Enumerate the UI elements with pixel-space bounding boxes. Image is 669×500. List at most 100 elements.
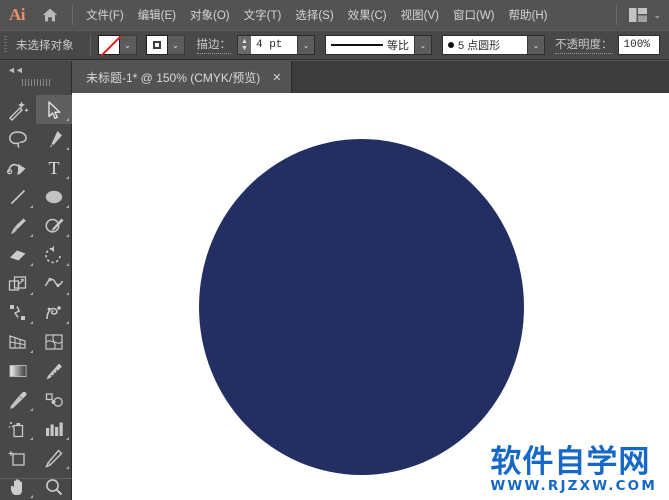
layout-grid-icon [629,8,648,22]
brush-definition-dropdown[interactable]: ⌄ [527,36,544,54]
workspace-switcher[interactable]: ⌄ [610,0,661,30]
stroke-profile-preview-icon [331,44,383,46]
close-icon[interactable]: ✕ [272,71,281,84]
menu-help[interactable]: 帮助(H) [502,3,555,27]
artboard-canvas[interactable]: 软件自学网 WWW.RJZXW.COM [72,93,669,500]
tool-flyout-indicator [66,118,69,121]
menu-view[interactable]: 视图(V) [394,3,446,27]
tool-artboard[interactable] [0,443,36,472]
tool-flyout-indicator [66,147,69,150]
tool-ellipse[interactable] [36,182,72,211]
tool-flyout-indicator [66,321,69,324]
tool-rotate[interactable] [36,240,72,269]
menu-divider-right [616,5,618,25]
tool-eyedropper[interactable] [0,385,36,414]
menu-select[interactable]: 选择(S) [288,3,340,27]
tool-measure[interactable] [36,356,72,385]
brush-definition-combo[interactable]: 5 点圆形 ⌄ [442,35,545,55]
tool-flyout-indicator [30,234,33,237]
tool-flyout-indicator [66,263,69,266]
tool-flyout-indicator [66,234,69,237]
tool-blend[interactable] [36,385,72,414]
tool-mesh[interactable] [36,327,72,356]
fill-color-swatch[interactable] [97,35,120,55]
stroke-weight-dropdown[interactable]: ⌄ [297,36,314,54]
menu-divider [72,5,73,25]
brush-definition-value-wrap[interactable]: 5 点圆形 [443,36,527,54]
tools-panel-drag-handle[interactable] [22,79,50,86]
menu-edit[interactable]: 编辑(E) [131,3,183,27]
brush-definition-label: 5 点圆形 [458,40,501,52]
tool-flyout-indicator [30,350,33,353]
tool-shaper[interactable] [36,211,72,240]
control-options-bar: 未选择对象 ⌄ ⌄ 描边： ▲ ▼ 4 pt ⌄ 等比 ⌄ 5 点圆形 ⌄ 不透… [0,30,669,60]
chevron-down-icon: ⌄ [653,9,661,20]
stroke-weight-value[interactable]: 4 pt [251,36,297,54]
tools-grid: T [0,93,72,500]
tool-symbol-sprayer[interactable] [0,414,36,443]
tool-paintbrush[interactable] [0,211,36,240]
document-tab[interactable]: 未标题-1* @ 150% (CMYK/预览) ✕ [72,61,293,93]
tool-flyout-indicator [66,205,69,208]
tool-line-segment[interactable] [0,182,36,211]
opacity-label[interactable]: 不透明度： [555,36,613,54]
tool-flyout-indicator [30,263,33,266]
tool-eraser[interactable] [0,240,36,269]
stroke-swatch-dropdown[interactable]: ⌄ [167,35,185,55]
tool-shape-builder[interactable] [0,298,36,327]
tool-curvature[interactable] [0,153,36,182]
tool-puppet-warp[interactable] [36,298,72,327]
fill-swatch-dropdown[interactable]: ⌄ [119,35,137,55]
watermark-title: 软件自学网 [490,444,651,481]
tool-perspective-grid[interactable] [0,327,36,356]
tool-pen[interactable] [36,124,72,153]
tool-lasso[interactable] [0,124,36,153]
watermark-url: WWW.RJZXW.COM [490,478,657,495]
tool-flyout-indicator [30,408,33,411]
collapse-panel-icon[interactable]: ◄◄ [7,65,24,75]
svg-text:T: T [49,158,60,178]
home-icon[interactable] [34,0,66,30]
tool-magic-wand[interactable] [0,95,36,124]
stroke-profile-value-wrap[interactable]: 等比 [326,36,414,54]
tool-flyout-indicator [30,292,33,295]
watermark: 软件自学网 WWW.RJZXW.COM [490,447,657,494]
tool-gradient[interactable] [0,356,36,385]
menu-window[interactable]: 窗口(W) [446,3,502,27]
menu-type[interactable]: 文字(T) [237,3,289,27]
tool-type[interactable]: T [36,153,72,182]
menu-effect[interactable]: 效果(C) [341,3,394,27]
tool-column-graph[interactable] [36,414,72,443]
opacity-value[interactable]: 100% [617,35,660,55]
tool-flyout-indicator [30,437,33,440]
stroke-weight-label[interactable]: 描边： [196,36,231,54]
document-tab-title: 未标题-1* @ 150% (CMYK/预览) [86,70,261,85]
stroke-color-swatch[interactable] [145,35,168,55]
tool-selection[interactable] [36,95,72,124]
stroke-swatch-inner [152,41,161,49]
tool-width[interactable] [36,269,72,298]
stroke-profile-dropdown[interactable]: ⌄ [414,36,431,54]
tool-flyout-indicator [30,205,33,208]
options-bar-drag-handle[interactable] [0,30,10,60]
menu-object[interactable]: 对象(O) [183,3,237,27]
tool-slice[interactable] [36,443,72,472]
brush-dot-icon [448,42,454,48]
tool-scale[interactable] [0,269,36,298]
document-tab-bar: ◄◄ 未标题-1* @ 150% (CMYK/预览) ✕ [0,61,669,93]
ellipse-shape[interactable] [199,139,524,475]
stroke-weight-field[interactable]: ▲ ▼ 4 pt ⌄ [237,35,315,55]
stroke-profile-label: 等比 [387,40,409,52]
stroke-weight-stepper[interactable]: ▲ ▼ [238,36,251,54]
tool-flyout-indicator [66,466,69,469]
menu-file[interactable]: 文件(F) [79,3,131,27]
tools-panel-footer [0,478,72,500]
illustrator-window: Ai 文件(F) 编辑(E) 对象(O) 文字(T) 选择(S) 效果(C) 视… [0,0,669,500]
tools-panel-header: ◄◄ [0,61,72,93]
stepper-up-icon: ▲ [241,38,248,45]
stepper-down-icon: ▼ [241,45,248,52]
stroke-profile-combo[interactable]: 等比 ⌄ [325,35,432,55]
selection-status-label: 未选择对象 [16,40,74,52]
app-logo-icon: Ai [9,5,26,24]
tool-flyout-indicator [66,292,69,295]
